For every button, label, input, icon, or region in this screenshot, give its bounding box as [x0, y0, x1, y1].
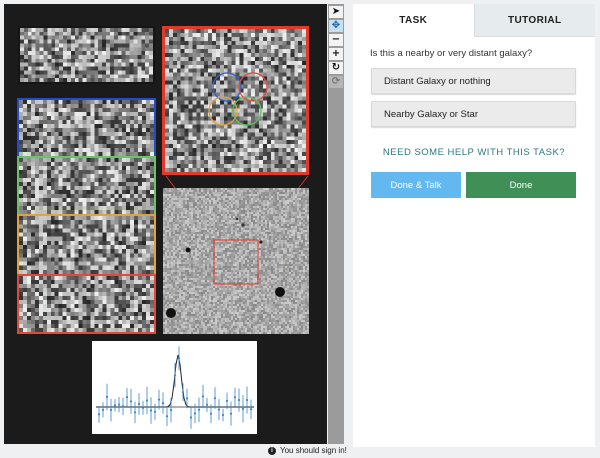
tab-tutorial[interactable]: TUTORIAL — [473, 4, 595, 37]
task-question: Is this a nearby or very distant galaxy? — [370, 48, 533, 59]
light-curve-plot — [92, 341, 257, 434]
wide-field-image — [163, 188, 309, 334]
panel-tabs: TASK TUTORIAL — [353, 4, 595, 37]
subject-viewer[interactable] — [4, 4, 327, 444]
sign-in-notice[interactable]: i You should sign in! — [268, 446, 347, 455]
rotate-icon[interactable]: ↻ — [329, 62, 343, 74]
tab-task[interactable]: TASK — [353, 4, 474, 37]
zoom-out-icon[interactable]: − — [329, 34, 343, 46]
task-panel: TASK TUTORIAL Is this a nearby or very d… — [353, 4, 595, 447]
answer-nearby-galaxy[interactable]: Nearby Galaxy or Star — [371, 101, 576, 127]
help-link[interactable]: NEED SOME HELP WITH THIS TASK? — [353, 147, 595, 158]
zoom-in-icon[interactable]: + — [329, 48, 343, 60]
reset-icon[interactable]: ⟳ — [329, 76, 343, 88]
move-icon[interactable]: ✥ — [329, 20, 343, 32]
sign-in-text: You should sign in! — [280, 446, 347, 455]
answer-distant-galaxy[interactable]: Distant Galaxy or nothing — [371, 68, 576, 94]
pointer-icon[interactable]: ➤ — [329, 6, 343, 18]
done-button[interactable]: Done — [466, 172, 576, 198]
viewer-toolbar: ➤ ✥ − + ↻ ⟳ — [328, 4, 344, 444]
info-icon: i — [268, 446, 276, 455]
done-and-talk-button[interactable]: Done & Talk — [371, 172, 461, 198]
